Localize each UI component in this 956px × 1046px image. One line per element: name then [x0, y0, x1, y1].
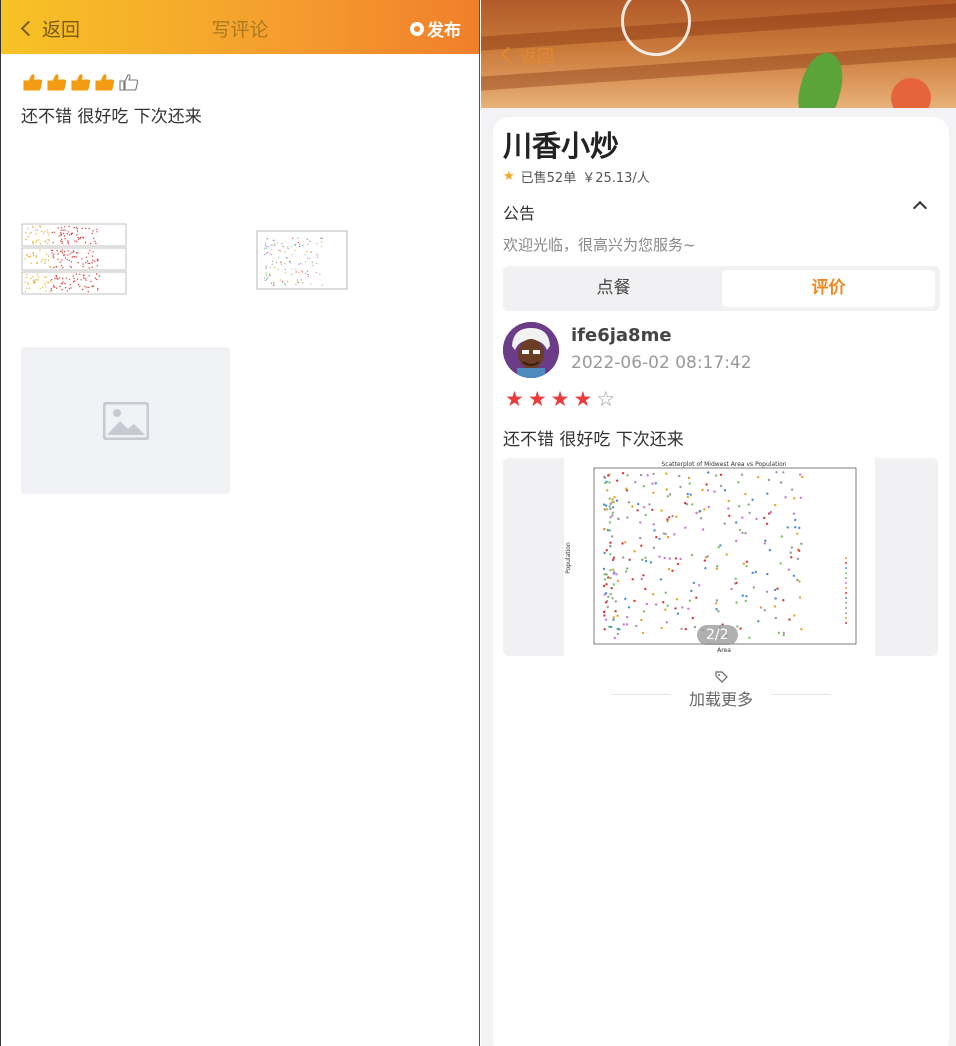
thumb-up-icon[interactable]: [71, 74, 91, 91]
review-input[interactable]: 还不错 很好吃 下次还来: [21, 102, 202, 127]
star-icon: ★: [550, 387, 570, 411]
svg-text:Population: Population: [565, 542, 572, 574]
shop-banner-image: 返回: [481, 0, 956, 108]
star-icon: ★: [573, 387, 593, 411]
shop-name: 川香小炒: [503, 129, 620, 163]
review-username: ife6ja8me: [571, 325, 672, 346]
review-rating: ★ ★ ★ ★ ☆: [505, 389, 615, 410]
tab-reviews[interactable]: 评价: [722, 270, 935, 307]
chart-thumbnail-image: [249, 226, 356, 294]
tab-order[interactable]: 点餐: [507, 270, 720, 307]
image-icon: [102, 401, 149, 440]
publish-button[interactable]: 发布: [410, 16, 461, 41]
avg-price: ￥25.13/人: [582, 171, 650, 186]
uploaded-image-1[interactable]: [21, 222, 128, 298]
thumb-up-icon[interactable]: [95, 74, 115, 91]
thumb-up-icon[interactable]: [23, 74, 43, 91]
avatar[interactable]: [503, 322, 559, 378]
review-image-gallery[interactable]: Scatterplot of Midwest Area vs Populatio…: [503, 458, 938, 656]
chevron-up-icon[interactable]: [912, 200, 928, 216]
back-button[interactable]: 返回: [20, 15, 81, 42]
shop-meta: ★ 已售52单 ￥25.13/人: [503, 167, 650, 186]
review-timestamp: 2022-06-02 08:17:42: [571, 353, 752, 373]
load-more-button[interactable]: 加载更多: [493, 670, 949, 710]
shop-detail-panel: 返回 川香小炒 ★ 已售52单 ￥25.13/人 公告 欢迎光临，很高兴为您服务…: [481, 0, 956, 1046]
notice-label: 公告: [503, 204, 536, 223]
star-icon: ★: [503, 169, 515, 184]
chevron-left-icon: [20, 20, 37, 37]
thumb-up-icon[interactable]: [47, 74, 67, 91]
sold-count: 已售52单: [520, 171, 577, 186]
review-text: 还不错 很好吃 下次还来: [503, 430, 684, 450]
notice-text: 欢迎光临，很高兴为您服务~: [503, 236, 696, 254]
image-counter: 2/2: [697, 625, 738, 645]
star-icon: ☆: [596, 387, 616, 411]
compose-review-panel: 返回 写评论 发布 还不错 很好吃 下次还来: [0, 0, 480, 1046]
compose-header: 返回 写评论 发布: [1, 0, 479, 54]
thumb-rating: [23, 74, 139, 91]
back-label: 返回: [42, 19, 81, 41]
shop-card: 川香小炒 ★ 已售52单 ￥25.13/人 公告 欢迎光临，很高兴为您服务~ 点…: [493, 117, 949, 1046]
publish-label: 发布: [427, 21, 461, 41]
thumb-up-icon[interactable]: [119, 74, 139, 91]
tab-bar: 点餐 评价: [503, 266, 940, 311]
chevron-left-icon: [500, 46, 517, 63]
tag-icon: [715, 671, 728, 683]
add-image-button[interactable]: [21, 347, 230, 494]
watermark-logo: [621, 0, 691, 56]
star-icon: ★: [505, 387, 524, 411]
uploaded-image-2[interactable]: [249, 226, 356, 294]
chart-thumbnail-image: [21, 222, 128, 298]
gear-icon: [410, 21, 424, 36]
svg-text:Scatterplot of Midwest Area vs: Scatterplot of Midwest Area vs Populatio…: [661, 461, 786, 468]
back-label: 返回: [520, 47, 554, 67]
load-more-label: 加载更多: [688, 690, 753, 709]
svg-text:Area: Area: [717, 647, 731, 654]
shop-back-button[interactable]: 返回: [500, 42, 554, 67]
star-icon: ★: [527, 387, 547, 411]
